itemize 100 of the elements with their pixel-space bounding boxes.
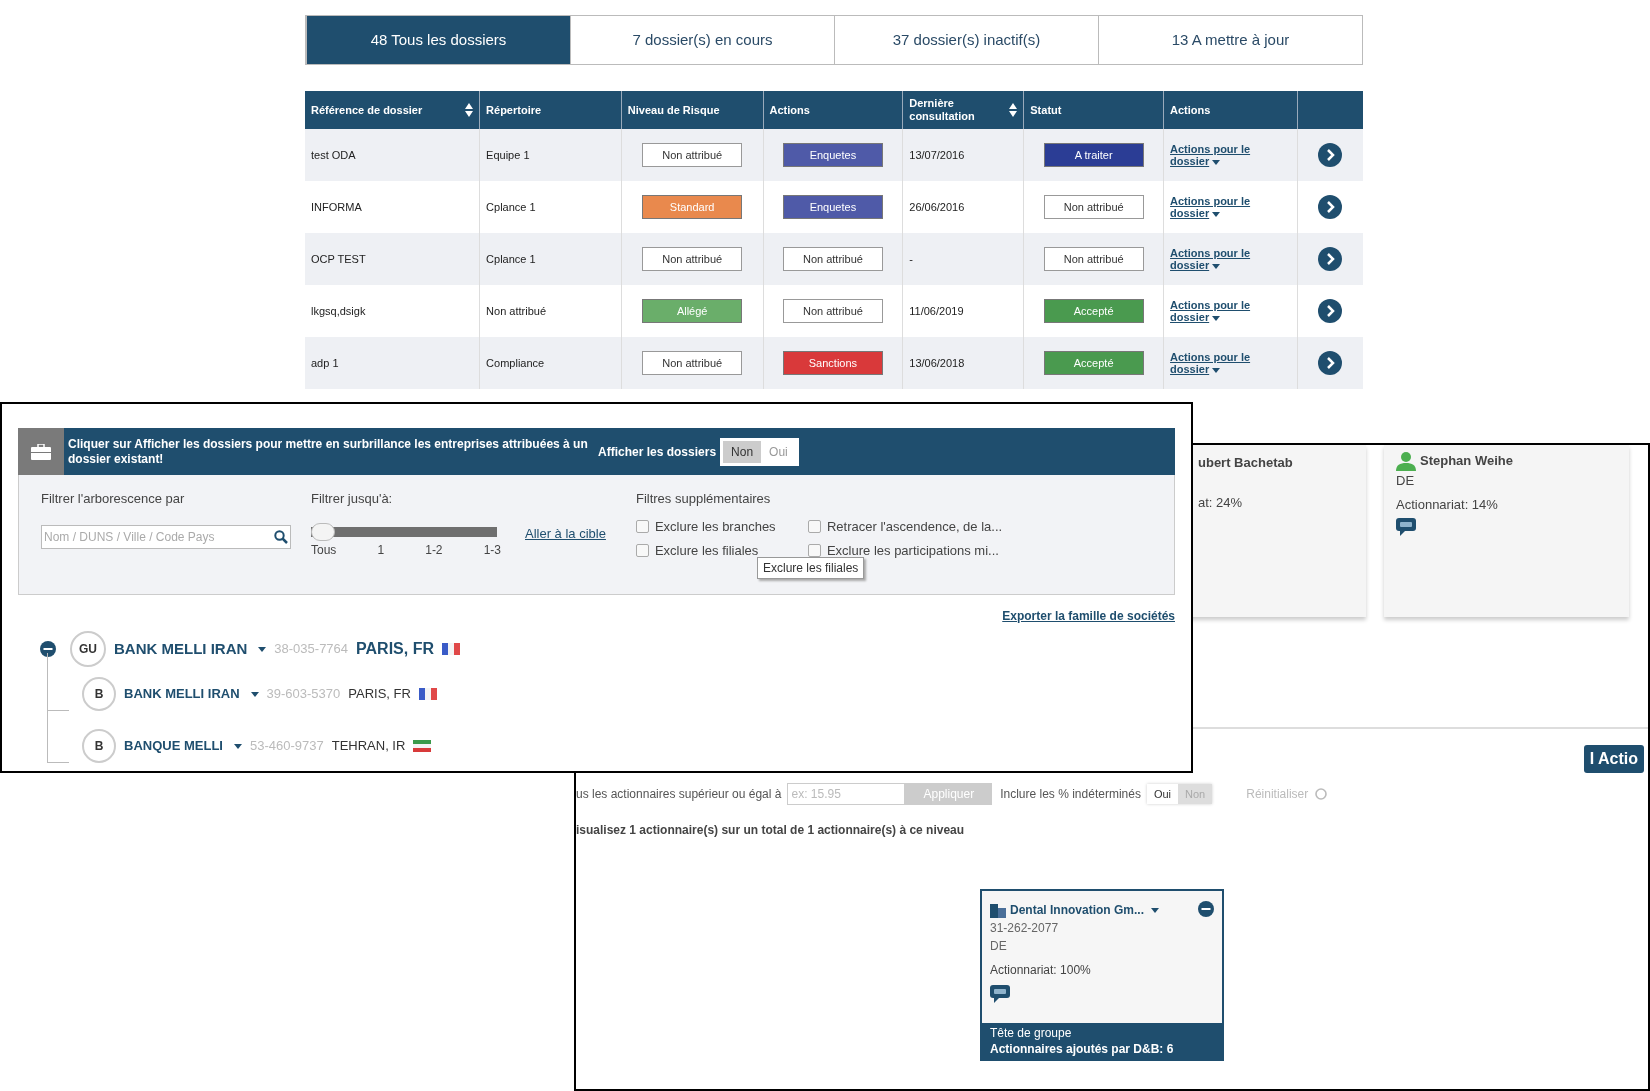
table-cell: 26/06/2016 <box>909 200 965 213</box>
caret-icon <box>1212 211 1221 217</box>
search-field[interactable]: Nom / DUNS / Ville / Code Pays <box>41 524 291 549</box>
entity-type-badge: B <box>82 677 116 711</box>
checkbox-label: Exclure les participations mi... <box>826 542 999 560</box>
collapse-icon[interactable] <box>1198 901 1214 917</box>
table-cell: test ODA <box>311 148 356 161</box>
actions-link[interactable]: Actions pour le dossier <box>1170 299 1271 323</box>
table-cell: Equipe 1 <box>486 148 530 161</box>
comment-icon[interactable] <box>1396 518 1416 536</box>
actions-button[interactable]: I Actio <box>1583 745 1644 773</box>
collapse-icon[interactable] <box>40 641 56 657</box>
target-link[interactable]: Aller à la cible <box>525 524 606 540</box>
slider-tick-label: 1 <box>377 541 385 559</box>
status-badge: Allégé <box>642 298 743 324</box>
status-badge: Standard <box>642 194 743 220</box>
column-header: Référence de dossier <box>311 103 423 117</box>
flag-icon <box>418 688 437 700</box>
flag-icon <box>413 740 432 752</box>
export-link[interactable]: Exporter la famille de sociétés <box>1002 607 1175 625</box>
toggle-option[interactable]: Oui <box>1146 783 1179 805</box>
comment-icon[interactable] <box>990 985 1010 1003</box>
column-header: Actions <box>1170 103 1212 117</box>
table-cell: Cplance 1 <box>486 200 536 213</box>
briefcase-icon <box>31 443 51 460</box>
caret-icon <box>1212 367 1221 373</box>
actions-link[interactable]: Actions pour le dossier <box>1170 143 1271 167</box>
person-icon <box>1396 451 1416 471</box>
company-name[interactable]: BANK MELLI IRAN <box>114 637 248 661</box>
status-badge: Non attribué <box>782 298 883 324</box>
table-cell: lkgsq,dsigk <box>311 304 366 317</box>
status-badge: Non attribué <box>782 246 883 272</box>
toggle-option[interactable]: Non <box>723 440 762 463</box>
checkbox-label: Retracer l'ascendence, de la... <box>826 517 1003 536</box>
caret-icon <box>1212 159 1221 165</box>
company-name[interactable]: BANQUE MELLI <box>124 736 223 756</box>
actions-link[interactable]: Actions pour le dossier <box>1170 195 1271 219</box>
company-name[interactable]: BANK MELLI IRAN <box>124 684 240 704</box>
chevron-right-icon[interactable] <box>1318 143 1343 167</box>
slider-tick-label: 1-2 <box>425 541 443 559</box>
status-badge: Non attribué <box>642 246 743 272</box>
shareholder-name: Stephan Weihe <box>1420 452 1513 471</box>
company-location: PARIS, FR <box>348 685 411 704</box>
shareholding-text: Actionnariat: 14% <box>1396 495 1499 514</box>
duns-number: 53-460-9737 <box>249 737 324 756</box>
filter-label: Filtres supplémentaires <box>635 490 772 508</box>
status-badge: Non attribué <box>642 350 743 376</box>
caret-icon <box>1151 907 1159 913</box>
table-cell: - <box>909 252 913 265</box>
sort-icon[interactable] <box>1009 103 1018 117</box>
checkbox[interactable] <box>807 519 821 533</box>
checkbox[interactable] <box>635 519 649 533</box>
toggle-label: Afficher les dossiers <box>598 443 717 461</box>
sort-icon[interactable] <box>465 103 474 117</box>
status-badge: Non attribué <box>1043 194 1144 220</box>
country-code: DE <box>1396 472 1416 490</box>
column-header: Statut <box>1030 103 1063 117</box>
slider-tick-label: 1-3 <box>483 541 501 559</box>
entity-type-badge: GU <box>70 631 106 667</box>
company-location: TEHRAN, IR <box>331 737 406 756</box>
chevron-right-icon[interactable] <box>1318 195 1343 219</box>
table-cell: 11/06/2019 <box>909 304 964 317</box>
include-label: Inclure les % indéterminés <box>1000 786 1141 803</box>
table-cell: INFORMA <box>311 200 362 213</box>
status-badge: Non attribué <box>642 142 743 168</box>
table-cell: 13/06/2018 <box>909 356 965 369</box>
checkbox[interactable] <box>635 544 649 558</box>
country-code: DE <box>990 938 1008 955</box>
company-name[interactable]: Dental Innovation Gm... <box>1010 901 1144 919</box>
entity-type-badge: B <box>82 729 116 763</box>
caret-icon <box>258 646 267 652</box>
chevron-right-icon[interactable] <box>1318 247 1343 271</box>
status-badge: Non attribué <box>1043 246 1144 272</box>
status-badge: Accepté <box>1043 350 1144 376</box>
tab[interactable]: 48 Tous les dossiers <box>306 16 570 64</box>
summary-text: isualisez 1 actionnaire(s) sur un total de 1 actionnaire(s) à ce niveau <box>576 822 966 839</box>
checkbox-label: Exclure les branches <box>654 517 776 536</box>
status-badge: Enquetes <box>782 142 883 168</box>
status-badge: Enquetes <box>782 194 883 220</box>
checkbox[interactable] <box>807 544 821 558</box>
status-badge: Accepté <box>1043 298 1144 324</box>
slider-tick-label: Tous <box>311 541 337 559</box>
chevron-right-icon[interactable] <box>1318 299 1343 323</box>
filter-label: Filtrer jusqu'à: <box>311 490 394 508</box>
column-header: Répertoire <box>486 103 543 117</box>
duns-number: 38-035-7764 <box>274 640 349 659</box>
threshold-field[interactable]: ex: 15.95 <box>787 783 906 805</box>
chevron-right-icon[interactable] <box>1318 351 1343 375</box>
duns-number: 39-603-5370 <box>266 685 341 704</box>
checkbox-label: Exclure les filiales <box>654 542 759 560</box>
actions-link[interactable]: Actions pour le dossier <box>1170 247 1271 271</box>
caret-icon <box>250 691 259 697</box>
column-header: Dernière consultation <box>909 97 976 123</box>
caret-icon <box>1212 315 1221 321</box>
flag-icon <box>442 643 460 655</box>
banner-message: Cliquer sur Afficher les dossiers pour mettre en surbrillance les entreprises attribuées à un dossier existant! <box>68 436 588 467</box>
slider-thumb[interactable] <box>311 522 335 541</box>
actions-link[interactable]: Actions pour le dossier <box>1170 351 1271 375</box>
column-header: Niveau de Risque <box>627 103 721 117</box>
building-icon <box>990 902 1006 918</box>
